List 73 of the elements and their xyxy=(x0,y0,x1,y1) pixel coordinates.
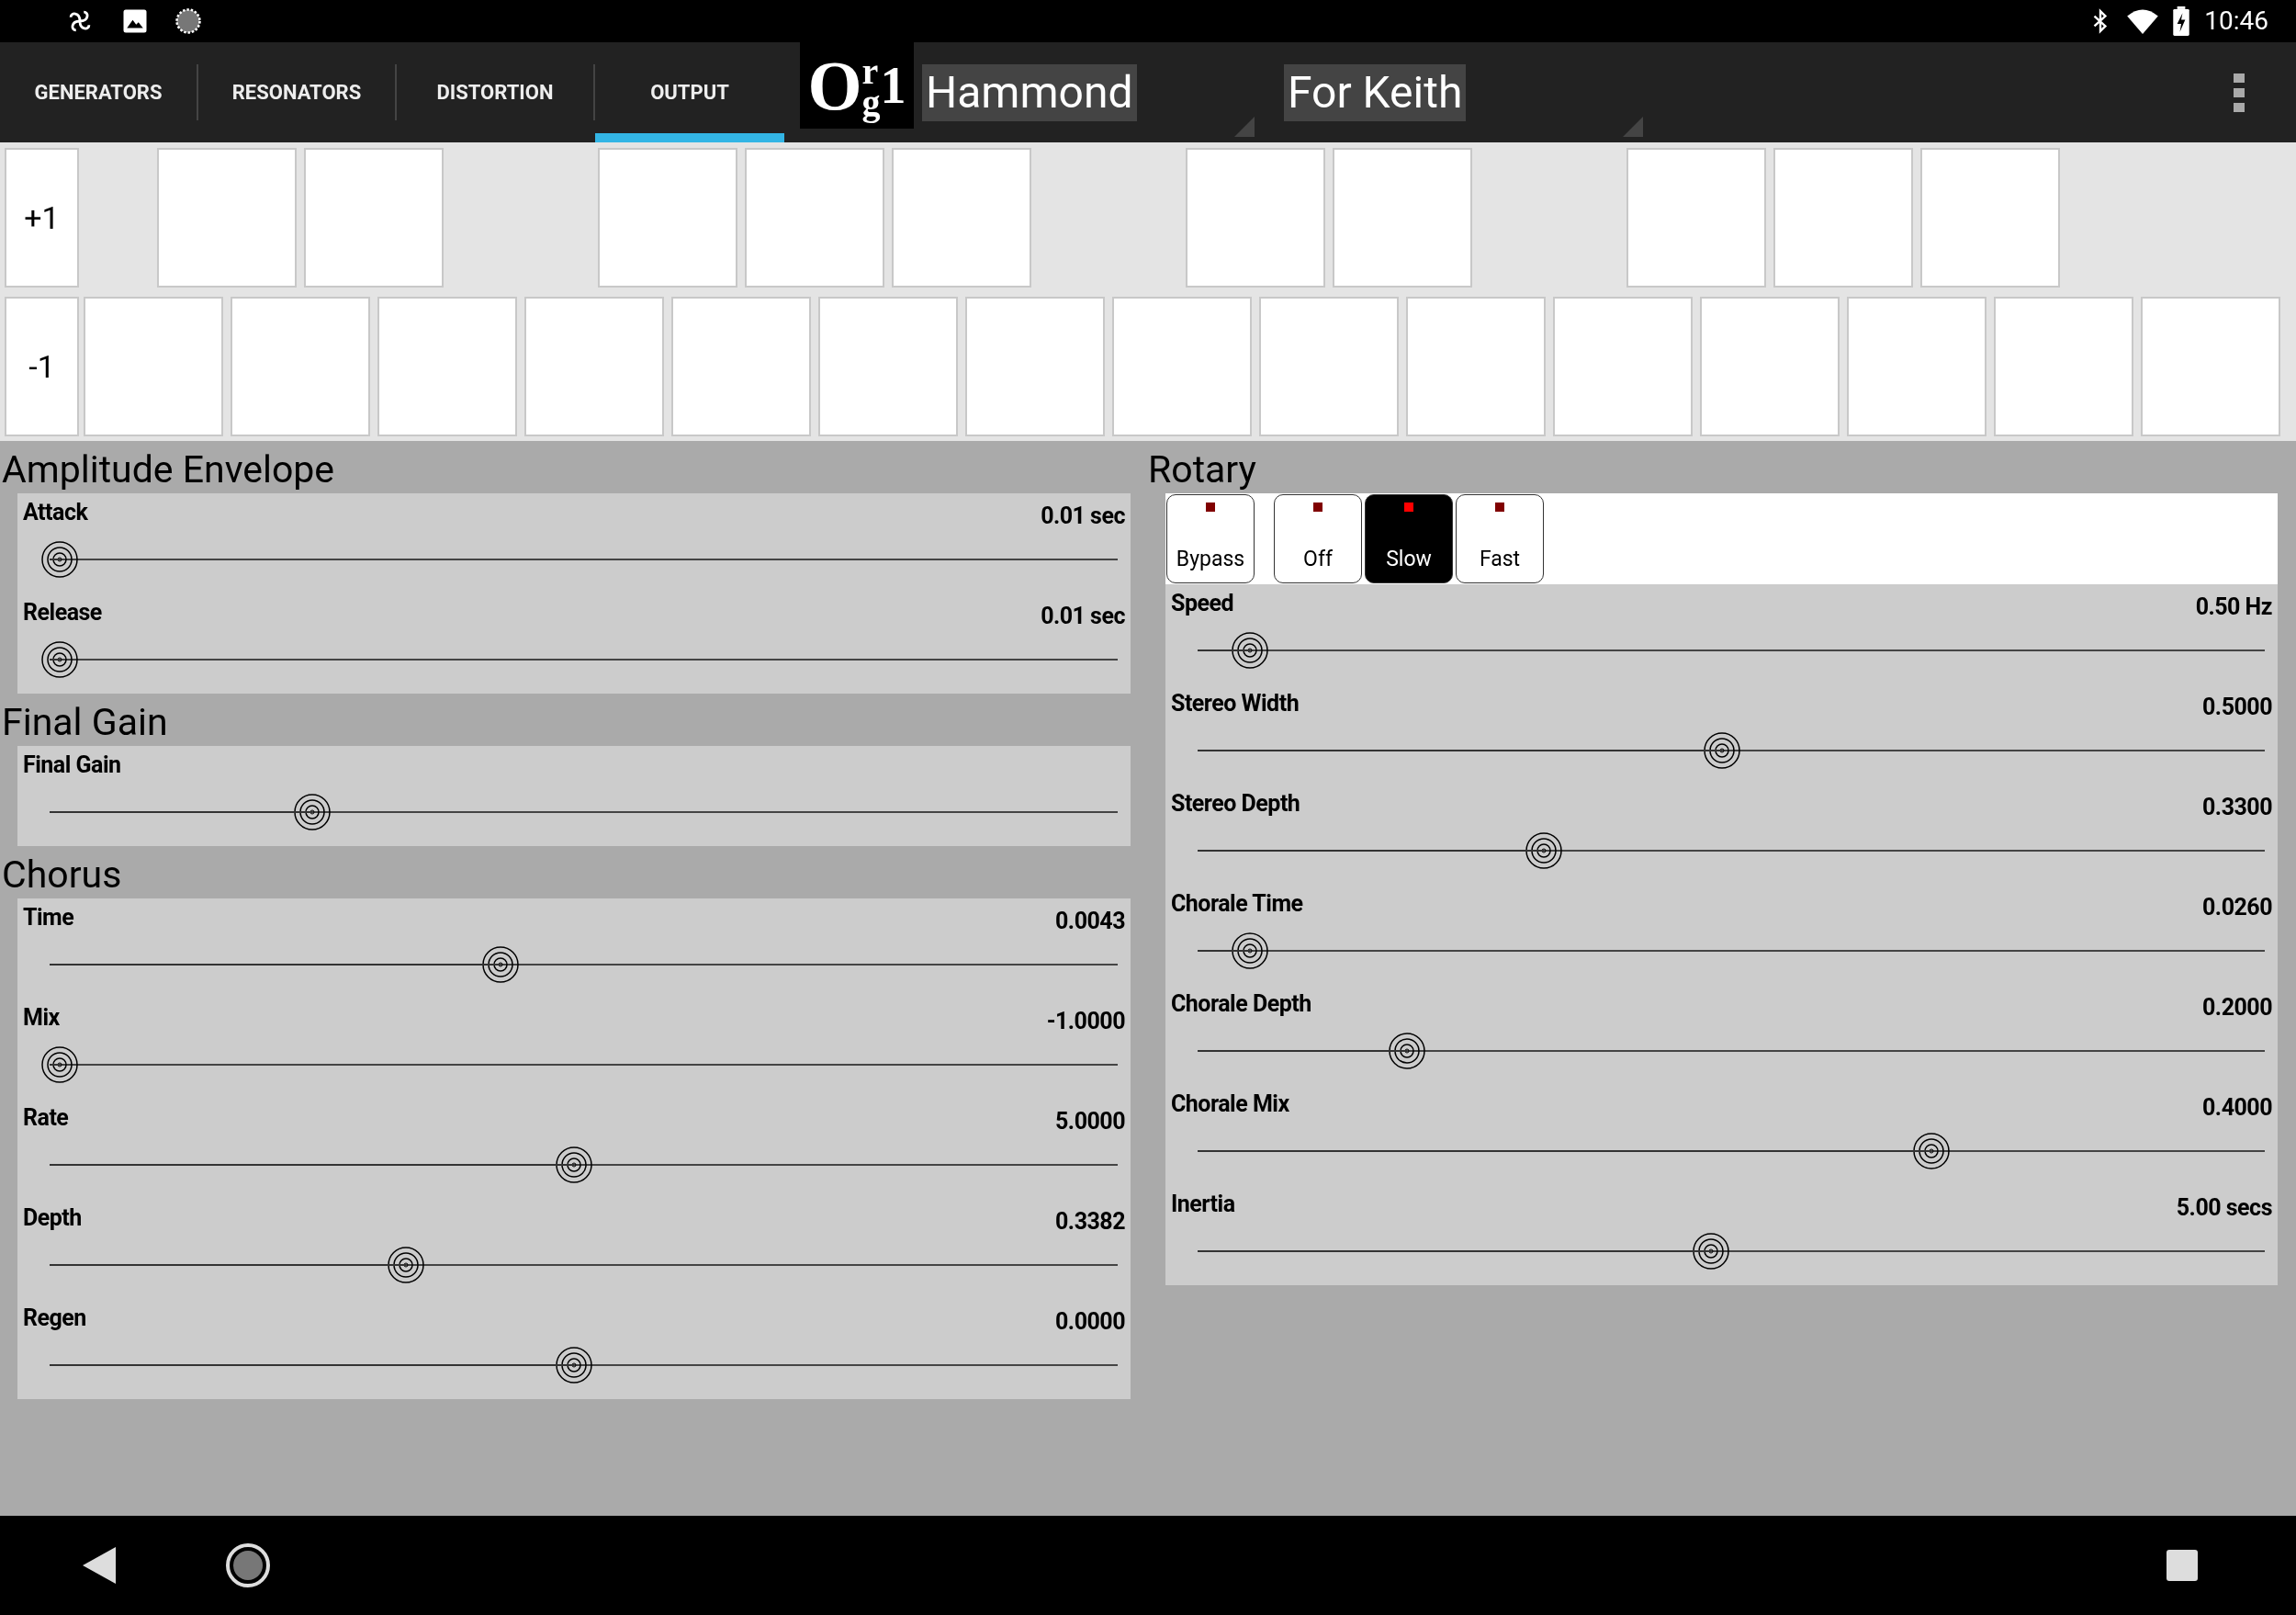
slider-label: Final Gain xyxy=(23,751,121,780)
image-icon xyxy=(121,7,149,35)
slider-thumb[interactable] xyxy=(292,793,332,831)
slider-value: 0.0260 xyxy=(2202,893,2272,922)
slider-label: Inertia xyxy=(1171,1190,1235,1219)
slider-label: Chorale Mix xyxy=(1171,1090,1289,1119)
octave-up-key[interactable]: +1 xyxy=(5,148,79,288)
slider-thumb[interactable] xyxy=(555,1146,593,1184)
mode-button[interactable]: Fast xyxy=(1456,494,1544,583)
slider-thumb[interactable] xyxy=(1231,932,1270,970)
slider-thumb[interactable] xyxy=(1231,631,1270,670)
slider-value: 0.3300 xyxy=(2202,793,2272,822)
slider-thumb[interactable] xyxy=(1702,731,1741,770)
slider-value: 0.50 Hz xyxy=(2195,593,2272,622)
section-title: Chorus xyxy=(1,852,123,898)
slider-label: Regen xyxy=(23,1304,86,1333)
slider-value: 5.0000 xyxy=(1055,1107,1125,1136)
slider-label: Attack xyxy=(23,498,88,527)
slider-label: Chorale Time xyxy=(1171,889,1303,919)
slider-value: 0.01 sec xyxy=(1041,502,1125,531)
indicator-light-icon xyxy=(1495,503,1504,512)
mode-button[interactable]: Slow xyxy=(1365,494,1453,583)
slider-thumb[interactable] xyxy=(40,1045,80,1084)
slider-value: 0.2000 xyxy=(2202,993,2272,1022)
slider-thumb[interactable] xyxy=(1911,1132,1951,1170)
section-title: Amplitude Envelope xyxy=(1,446,336,493)
slider-value: 0.0000 xyxy=(1055,1307,1125,1337)
section-title: Rotary xyxy=(1148,446,1257,493)
indicator-light-icon xyxy=(1313,503,1322,512)
indicator-light-icon xyxy=(1404,503,1413,512)
slider-label: Stereo Width xyxy=(1171,689,1300,718)
slider-thumb[interactable] xyxy=(555,1346,593,1384)
sync-icon xyxy=(174,7,202,35)
indicator-light-icon xyxy=(1206,503,1215,512)
slider-thumb[interactable] xyxy=(1692,1232,1731,1271)
mode-button[interactable]: Off xyxy=(1274,494,1362,583)
clock-time: 10:46 xyxy=(2204,5,2268,38)
slider-label: Stereo Depth xyxy=(1171,789,1300,819)
wifi-icon xyxy=(2127,8,2159,34)
tab[interactable]: RESONATORS xyxy=(198,42,395,142)
slider-thumb[interactable] xyxy=(1388,1032,1427,1070)
slider-thumb[interactable] xyxy=(40,640,80,679)
slider-label: Mix xyxy=(23,1003,60,1033)
section-title: Final Gain xyxy=(1,699,169,746)
preset-dropdown[interactable]: For Keith xyxy=(1284,42,1647,142)
slider-value: 0.3382 xyxy=(1055,1207,1125,1237)
tab[interactable]: DISTORTION xyxy=(397,42,593,142)
slider-value: 5.00 secs xyxy=(2176,1193,2272,1223)
slider-label: Rate xyxy=(23,1103,69,1133)
recents-icon[interactable] xyxy=(2166,1549,2199,1582)
slider-thumb[interactable] xyxy=(481,945,521,984)
dropdown-corner-icon xyxy=(1234,117,1255,137)
preset-dropdown[interactable]: Hammond xyxy=(922,42,1258,142)
slider-thumb[interactable] xyxy=(40,540,80,579)
home-icon[interactable] xyxy=(224,1542,272,1589)
back-icon[interactable] xyxy=(83,1547,116,1584)
slider-label: Speed xyxy=(1171,589,1234,618)
slider-label: Depth xyxy=(23,1203,82,1233)
slider-label: Chorale Depth xyxy=(1171,989,1311,1019)
slider-value: 0.01 sec xyxy=(1041,602,1125,631)
slider-value: 0.5000 xyxy=(2202,693,2272,722)
mode-button[interactable]: Bypass xyxy=(1166,494,1255,583)
slider-thumb[interactable] xyxy=(1524,831,1563,870)
slider-value: -1.0000 xyxy=(1046,1007,1125,1036)
slider-thumb[interactable] xyxy=(387,1246,426,1284)
slider-value: 0.4000 xyxy=(2202,1093,2272,1123)
slider-label: Time xyxy=(23,903,74,932)
tab[interactable]: GENERATORS xyxy=(0,42,197,142)
slider-label: Release xyxy=(23,598,102,627)
octave-down-key[interactable]: -1 xyxy=(5,297,79,436)
slider-value: 0.0043 xyxy=(1055,907,1125,936)
battery-icon xyxy=(2173,6,2190,36)
dropdown-corner-icon xyxy=(1623,117,1643,137)
